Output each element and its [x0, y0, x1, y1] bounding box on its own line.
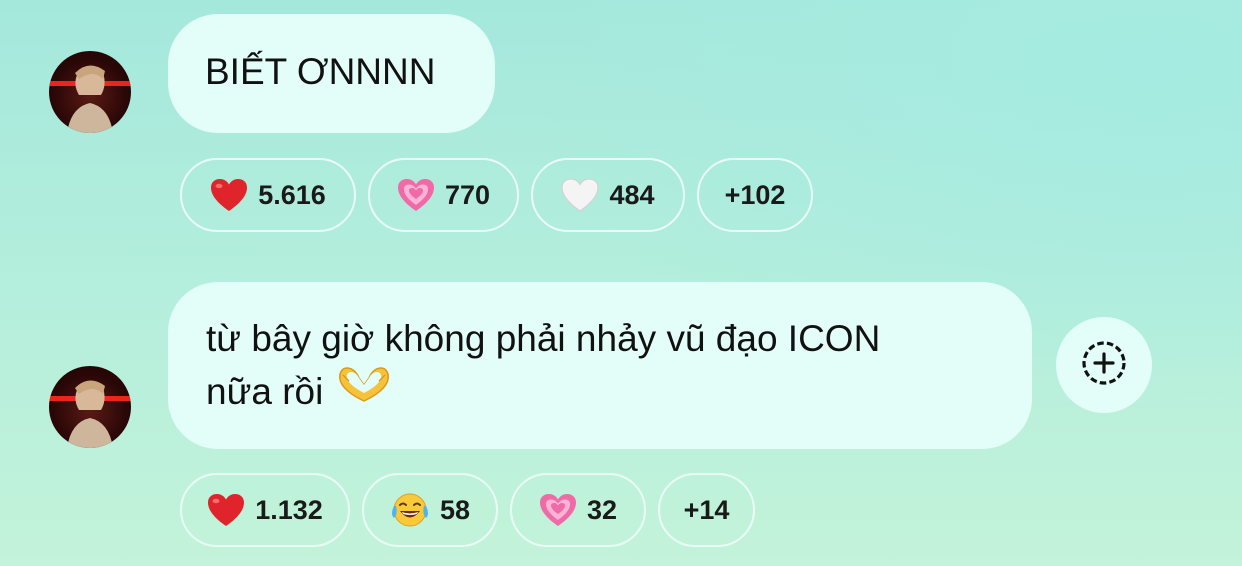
message-bubble[interactable]: BIẾT ƠNNNN — [168, 14, 495, 133]
red-heart-icon — [210, 178, 248, 212]
avatar-image — [49, 65, 131, 133]
reaction-chip[interactable]: 1.132 — [180, 473, 350, 547]
reaction-chip[interactable]: 5.616 — [180, 158, 356, 232]
avatar[interactable] — [49, 366, 131, 448]
reaction-chip[interactable]: 58 — [362, 473, 498, 547]
reaction-count: 484 — [609, 179, 655, 210]
reaction-count: 5.616 — [258, 179, 326, 210]
reaction-bar: 5.616 770 484 +102 — [180, 158, 813, 232]
avatar-image — [49, 380, 131, 448]
reaction-chip[interactable]: 484 — [531, 158, 685, 232]
reaction-bar: 1.132 58 32 +14 — [180, 473, 755, 547]
add-reaction-icon — [1080, 339, 1128, 392]
message-bubble[interactable]: từ bây giờ không phải nhảy vũ đạo ICON n… — [168, 282, 1032, 449]
more-reactions-count: +102 — [724, 179, 786, 210]
reaction-count: 32 — [586, 494, 618, 525]
sparkling-heart-icon — [397, 178, 435, 212]
white-heart-icon — [561, 178, 600, 212]
message-text: nữa rồi — [206, 371, 324, 412]
reaction-chip[interactable]: 770 — [368, 158, 519, 232]
reaction-count: 1.132 — [255, 494, 323, 525]
message-text-line: nữa rồi — [206, 365, 994, 419]
sparkling-heart-icon — [539, 493, 577, 527]
heart-hands-icon — [337, 365, 391, 419]
more-reactions-chip[interactable]: +14 — [658, 473, 755, 547]
message-text-line: từ bây giờ không phải nhảy vũ đạo ICON — [206, 318, 881, 359]
avatar[interactable] — [49, 51, 131, 133]
reaction-count: 58 — [439, 494, 471, 525]
message-text: BIẾT ƠNNNN — [205, 51, 436, 92]
red-heart-icon — [207, 493, 245, 527]
tears-of-joy-icon — [390, 492, 430, 528]
reaction-chip[interactable]: 32 — [510, 473, 646, 547]
add-reaction-button[interactable] — [1056, 317, 1152, 413]
reaction-count: 770 — [444, 179, 491, 210]
more-reactions-chip[interactable]: +102 — [697, 158, 813, 232]
more-reactions-count: +14 — [683, 494, 730, 525]
